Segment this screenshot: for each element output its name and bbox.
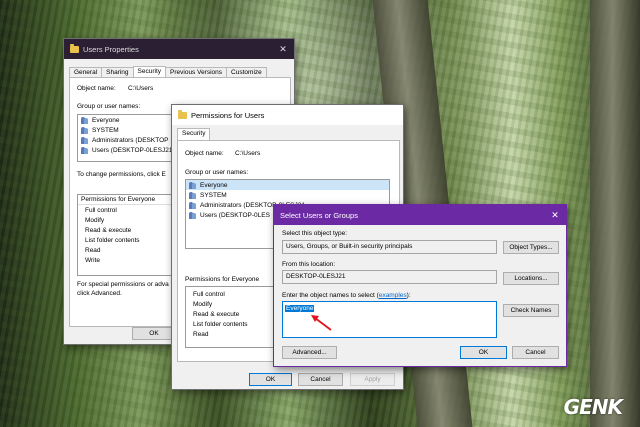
object-name-label: Object name: (185, 150, 224, 157)
apply-button[interactable]: Apply (350, 373, 395, 386)
ok-button[interactable]: OK (249, 373, 292, 386)
cancel-button[interactable]: Cancel (512, 346, 559, 359)
users-icon (81, 116, 89, 124)
group-label: Group or user names: (185, 169, 249, 176)
cancel-button[interactable]: Cancel (298, 373, 343, 386)
users-icon (81, 126, 89, 134)
select-users-window: Select Users or Groups ✕ Select this obj… (273, 204, 567, 367)
red-arrow-icon (311, 315, 332, 331)
close-icon[interactable]: ✕ (544, 210, 566, 221)
permissions-header: Permissions for Everyone (78, 195, 186, 205)
permission-row: Modify (85, 216, 105, 224)
examples-link[interactable]: examples (379, 292, 407, 299)
permissions-list: Full control Modify Read & execute List … (185, 286, 277, 348)
window-title: Permissions for Users (191, 110, 265, 120)
tab-strip: Security (172, 128, 403, 140)
users-icon (81, 146, 89, 154)
permission-row: Write (85, 256, 101, 264)
folder-icon (70, 43, 79, 53)
object-name-value: C:\Users (128, 85, 154, 92)
object-type-label: Select this object type: (282, 230, 348, 237)
enter-names-label: Enter the object names to select (exampl… (282, 292, 411, 299)
check-names-button[interactable]: Check Names (503, 304, 559, 317)
object-type-field: Users, Groups, or Built-in security prin… (282, 240, 497, 254)
advanced-button[interactable]: Advanced... (282, 346, 337, 359)
list-item[interactable]: SYSTEM (186, 190, 389, 200)
location-label: From this location: (282, 261, 336, 268)
permission-row: Full control (193, 290, 225, 298)
list-item-selected[interactable]: Everyone (186, 180, 389, 190)
window-title: Users Properties (83, 44, 139, 54)
users-icon (189, 211, 197, 219)
permission-row: Full control (85, 206, 117, 214)
select-users-titlebar[interactable]: Select Users or Groups ✕ (274, 205, 566, 225)
change-permissions-text: To change permissions, click E (77, 171, 166, 178)
close-icon[interactable]: ✕ (272, 44, 294, 55)
genk-watermark-logo: GENK (563, 395, 623, 419)
users-icon (189, 181, 197, 189)
permissions-titlebar[interactable]: Permissions for Users (172, 105, 403, 125)
ok-button[interactable]: OK (460, 346, 507, 359)
group-label: Group or user names: (77, 103, 141, 110)
ok-button[interactable]: OK (132, 327, 176, 340)
permissions-label: Permissions for Everyone (185, 276, 260, 283)
special-permissions-text: For special permissions or adva (77, 281, 169, 288)
tree-trunk (590, 0, 640, 427)
permission-row: Read (193, 330, 209, 338)
permission-row: List folder contents (193, 320, 248, 328)
locations-button[interactable]: Locations... (503, 272, 559, 285)
users-icon (81, 136, 89, 144)
permission-row: List folder contents (85, 236, 140, 244)
folder-icon (178, 109, 187, 119)
users-properties-titlebar[interactable]: Users Properties ✕ (64, 39, 294, 59)
object-name-value: C:\Users (235, 150, 261, 157)
users-icon (189, 201, 197, 209)
permission-row: Read & execute (193, 310, 240, 318)
users-icon (189, 191, 197, 199)
window-title: Select Users or Groups (280, 210, 358, 220)
permission-row: Read (85, 246, 101, 254)
tab-security[interactable]: Security (177, 128, 211, 140)
object-name-label: Object name: (77, 85, 116, 92)
entered-object-name: Everyone (285, 305, 315, 312)
location-field: DESKTOP-0LESJ21 (282, 270, 497, 284)
object-types-button[interactable]: Object Types... (503, 241, 559, 254)
permission-row: Modify (193, 300, 213, 308)
click-advanced-text: click Advanced. (77, 290, 122, 297)
permission-row: Read & execute (85, 226, 132, 234)
